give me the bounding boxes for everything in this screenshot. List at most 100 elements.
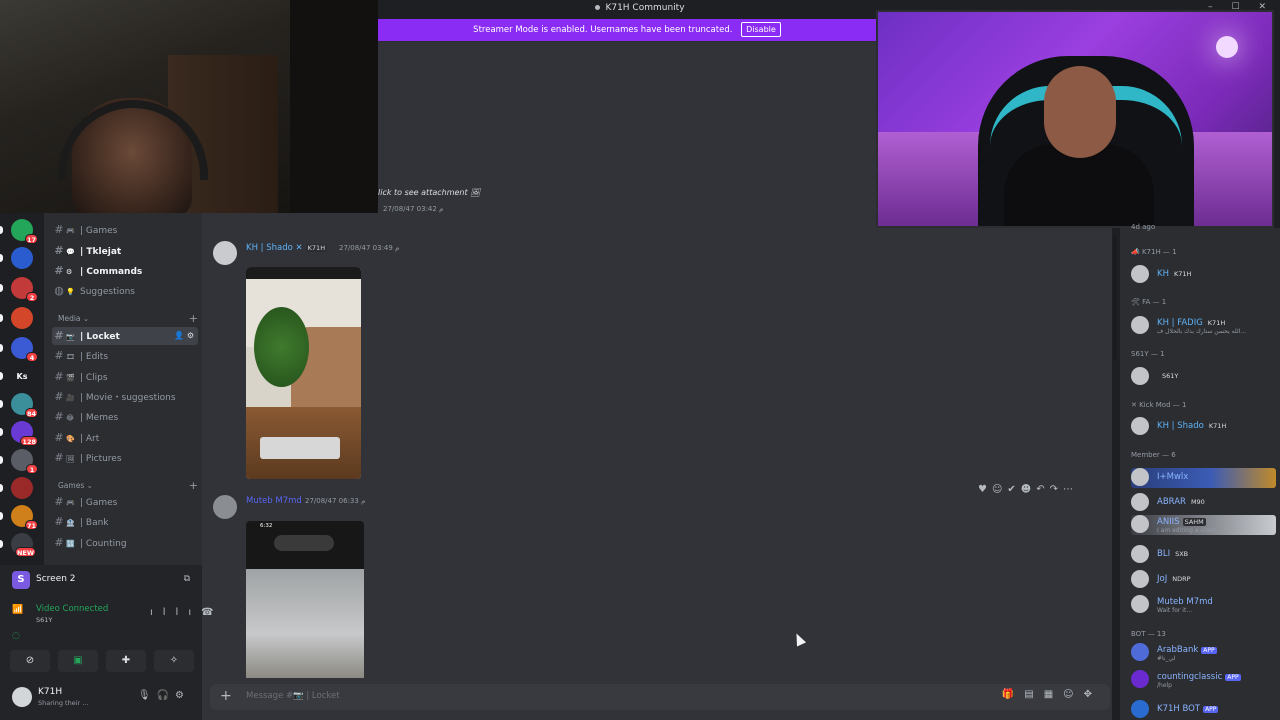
channel-item[interactable]: # 🎬 | Clips (52, 368, 198, 386)
reply-icon[interactable]: ↶ (1036, 484, 1049, 495)
forward-icon[interactable]: ↷ (1050, 484, 1063, 495)
message-avatar[interactable] (213, 495, 237, 519)
member-item[interactable]: JoJ NDRP (1131, 570, 1276, 590)
server-icon[interactable]: 1 (11, 449, 38, 474)
screen-avatar: S (12, 571, 30, 589)
gift-icon[interactable]: 🎁 (1002, 689, 1024, 700)
member-name-text: K71H BOT (1157, 704, 1201, 714)
disable-button[interactable]: Disable (741, 22, 781, 37)
member-item[interactable]: K71H BOT APP (1131, 700, 1276, 720)
check-reaction[interactable]: ✔ (1007, 484, 1020, 495)
member-item[interactable]: S61Y (1131, 367, 1276, 387)
member-item[interactable]: ArabBank APP #لي_نا (1131, 643, 1276, 663)
message-composer[interactable]: + Message #📷 | Locket 🎁▤▦☺✥ (210, 684, 1110, 710)
server-icon[interactable] (11, 247, 33, 269)
voice-channel: S61Y (36, 616, 53, 624)
chat-scrollbar[interactable] (1113, 236, 1117, 360)
channel-settings-icon[interactable]: 👤 ⚙ (174, 327, 194, 345)
composer-placeholder[interactable]: Message #📷 | Locket (246, 691, 340, 701)
channel-item[interactable]: # 🎮 | Games (52, 221, 198, 239)
gear-icon[interactable]: ⚙ (175, 690, 190, 701)
member-name: K71H BOT APP (1157, 704, 1219, 714)
server-icon[interactable] (11, 307, 33, 329)
channel-item[interactable]: # 🔢 | Counting (52, 534, 198, 552)
attachment-image[interactable] (246, 267, 361, 479)
more-icon[interactable]: ⋯ (1063, 484, 1078, 495)
gif-icon[interactable]: ▤ (1024, 689, 1043, 700)
channel-item[interactable]: # 🎮 | Games (52, 493, 198, 511)
user-panel[interactable]: K71H Sharing their ... 🎙🎧⚙ (8, 684, 194, 710)
apps-icon[interactable]: ✥ (1084, 689, 1102, 700)
channel-item[interactable]: # 😂 | Memes (52, 408, 198, 426)
headphones-icon[interactable]: 🎧 (157, 690, 175, 701)
server-icon[interactable]: 4 (11, 337, 38, 362)
category-games[interactable]: Games ⌄ + (58, 479, 198, 492)
member-name-text: KH | Shado (1157, 421, 1204, 431)
category-media[interactable]: Media ⌄ + (58, 312, 198, 325)
disconnect-icon[interactable]: ☎ (201, 607, 223, 618)
screen-share-card[interactable]: S Screen 2 ⧉ (8, 570, 194, 590)
popout-icon[interactable]: ⧉ (184, 574, 190, 584)
channel-name: | Bank (80, 518, 109, 529)
author-name[interactable]: KH | Shado (246, 243, 293, 253)
channel-item[interactable]: # ⚙ | Commands (52, 262, 198, 280)
channel-item[interactable]: # 📷 | Locket 👤 ⚙ (52, 327, 198, 345)
member-item[interactable]: I+Mwlx (1131, 468, 1276, 488)
server-icon[interactable]: 17 (11, 219, 38, 244)
member-item[interactable]: KH | FADIG K71H الله يحسن ستارك بدك بالحلا… (1131, 316, 1276, 336)
member-item[interactable]: KH | Shado K71H (1131, 417, 1276, 437)
hash-icon: # (54, 515, 64, 529)
camera-off-button[interactable]: ⊘ (10, 650, 50, 672)
author-name[interactable]: Muteb M7md (246, 496, 302, 506)
activity-button[interactable]: ✚ (106, 650, 146, 672)
server-icon[interactable]: 84 (11, 393, 38, 418)
signal-icon[interactable]: 📶 (12, 605, 23, 615)
channel-item[interactable]: ◍ 💡 Suggestions (52, 282, 198, 300)
channel-name: | Locket (80, 332, 120, 342)
server-icon[interactable]: 2 (11, 277, 38, 302)
member-item[interactable]: KH K71H (1131, 265, 1276, 285)
message-avatar[interactable] (213, 241, 237, 265)
hash-icon: # (54, 329, 64, 342)
attachment-link[interactable]: lick to see attachment 🖼 (378, 188, 480, 197)
server-icon[interactable]: 71 (11, 505, 38, 530)
add-reaction-icon[interactable]: ☻ (1021, 484, 1036, 495)
channel-item[interactable]: # 🎞 | Edits (52, 347, 198, 365)
screen-share-button[interactable]: ▣ (58, 650, 98, 672)
add-channel-icon[interactable]: + (189, 479, 198, 492)
member-item[interactable]: Muteb M7md Wait for it... (1131, 595, 1276, 615)
member-avatar (1131, 417, 1149, 435)
server-icon[interactable]: 128 (11, 421, 38, 446)
verified-icon: ✕ (292, 243, 303, 253)
member-item[interactable]: countingclassic APP/help (1131, 670, 1276, 690)
message-author[interactable]: Muteb M7md (246, 496, 302, 506)
noise-suppression-icon[interactable]: ıllı (150, 607, 201, 618)
message-author[interactable]: KH | Shado ✕ K71H (246, 243, 328, 253)
soundboard-button[interactable]: ✧ (154, 650, 194, 672)
app-badge: APP (1225, 674, 1241, 681)
attachment-image[interactable]: 6:32 (246, 521, 364, 678)
server-icon[interactable] (11, 477, 33, 499)
server-icon[interactable]: Ks (11, 365, 33, 387)
member-item[interactable]: BLI SXB (1131, 545, 1276, 565)
channel-item[interactable]: # 🎥 | Movie・suggestions (52, 388, 198, 406)
voice-ring-icon: ◌ (12, 631, 20, 641)
unread-indicator (0, 400, 3, 408)
user-avatar[interactable] (12, 687, 32, 707)
webcam-lamp (1216, 36, 1238, 58)
server-icon[interactable]: NEW (11, 533, 36, 557)
member-item[interactable]: ABRAR M90 (1131, 493, 1276, 513)
member-item[interactable]: ANIIS SAHM I am editing a video (1131, 515, 1276, 535)
voice-status[interactable]: Video Connected (36, 604, 108, 614)
add-channel-icon[interactable]: + (189, 312, 198, 325)
emoji-icon[interactable]: ☺ (1063, 689, 1083, 700)
mic-icon[interactable]: 🎙 (138, 690, 157, 701)
channel-item[interactable]: # 💬 | Tklejat (52, 242, 198, 260)
channel-item[interactable]: # 🖼 | Pictures (52, 449, 198, 467)
add-attachment-icon[interactable]: + (220, 688, 232, 704)
heart-reaction[interactable]: ♥ (978, 484, 992, 495)
sticker-icon[interactable]: ▦ (1044, 689, 1063, 700)
channel-item[interactable]: # 🏦 | Bank (52, 513, 198, 531)
face-reaction[interactable]: ☺ (992, 484, 1007, 495)
channel-item[interactable]: # 🎨 | Art (52, 429, 198, 447)
